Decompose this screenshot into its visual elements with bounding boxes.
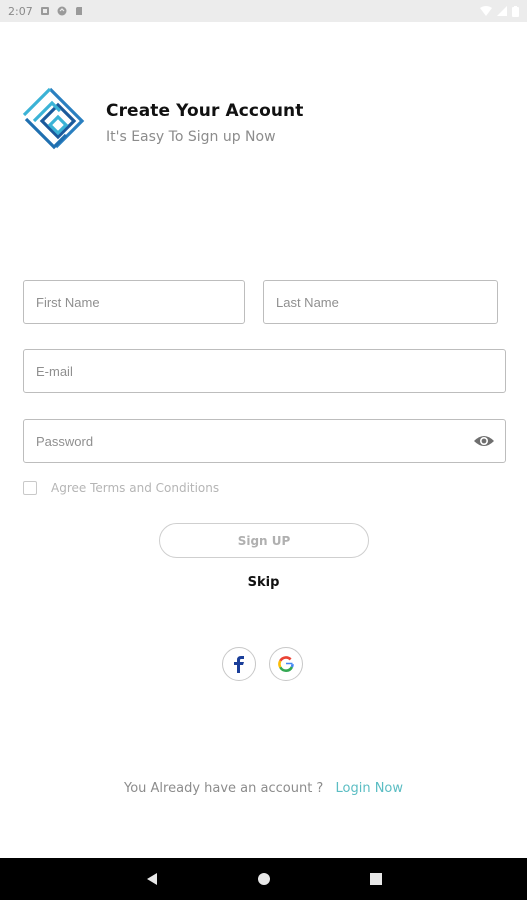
- agree-terms-row: Agree Terms and Conditions: [23, 481, 219, 495]
- signup-button[interactable]: Sign UP: [159, 523, 369, 558]
- login-now-link[interactable]: Login Now: [335, 781, 403, 796]
- wifi-icon: [480, 6, 492, 16]
- password-field[interactable]: [23, 419, 506, 463]
- status-left: 2:07: [8, 5, 84, 18]
- eye-icon[interactable]: [473, 433, 495, 449]
- sd-card-icon: [75, 7, 82, 15]
- status-right: [480, 5, 519, 17]
- page-title: Create Your Account: [106, 101, 304, 121]
- email-input[interactable]: [34, 362, 495, 380]
- navigation-bar: [0, 858, 527, 900]
- google-icon: [278, 656, 294, 672]
- signal-icon: [497, 6, 507, 16]
- agree-terms-checkbox[interactable]: [23, 481, 37, 495]
- social-login-row: [222, 647, 303, 681]
- status-time: 2:07: [8, 4, 33, 18]
- last-name-input[interactable]: [274, 293, 487, 311]
- already-have-account-text: You Already have an account ?: [124, 781, 324, 796]
- back-triangle-icon: [147, 873, 157, 885]
- skip-link[interactable]: Skip: [0, 575, 527, 590]
- page-subtitle: It's Easy To Sign up Now: [106, 129, 276, 145]
- first-name-field[interactable]: [23, 280, 245, 324]
- google-login-button[interactable]: [269, 647, 303, 681]
- last-name-field[interactable]: [263, 280, 498, 324]
- first-name-input[interactable]: [34, 293, 234, 311]
- login-row: You Already have an account ? Login Now: [0, 781, 527, 796]
- password-input[interactable]: [34, 432, 473, 450]
- signup-screen: 2:07 Create Your Account It's Easy To Si…: [0, 0, 527, 900]
- recents-button[interactable]: [364, 858, 388, 900]
- agree-terms-label: Agree Terms and Conditions: [51, 481, 220, 495]
- sync-icon: [57, 6, 67, 16]
- notification-icon: [40, 7, 49, 15]
- battery-icon: [512, 5, 519, 17]
- status-bar: 2:07: [0, 0, 527, 22]
- facebook-icon: [234, 655, 244, 673]
- header: Create Your Account It's Easy To Sign up…: [20, 85, 304, 155]
- recents-square-icon: [370, 873, 382, 885]
- title-block: Create Your Account It's Easy To Sign up…: [106, 101, 304, 145]
- back-button[interactable]: [140, 858, 164, 900]
- home-circle-icon: [258, 873, 270, 885]
- email-field[interactable]: [23, 349, 506, 393]
- facebook-login-button[interactable]: [222, 647, 256, 681]
- home-button[interactable]: [252, 858, 276, 900]
- app-logo-icon: [22, 87, 85, 150]
